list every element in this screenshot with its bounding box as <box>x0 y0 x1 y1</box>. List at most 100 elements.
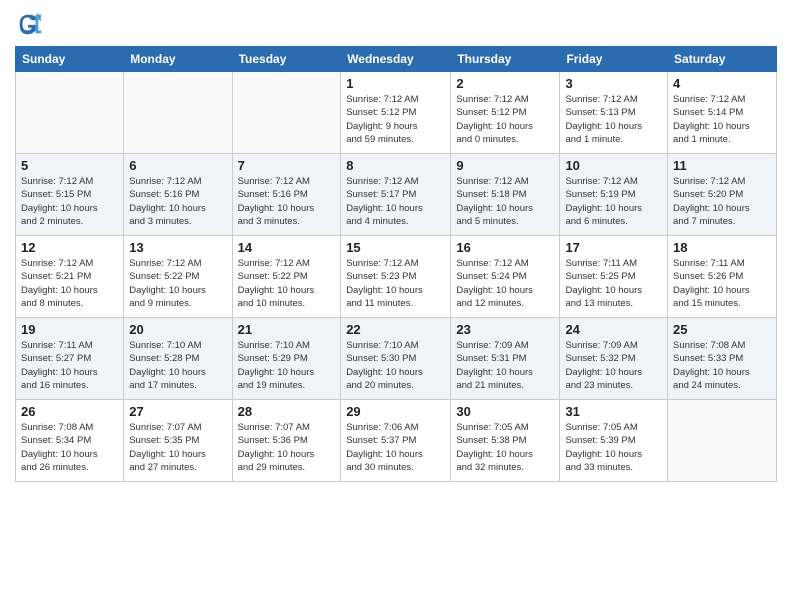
day-info: Sunrise: 7:08 AMSunset: 5:34 PMDaylight:… <box>21 421 118 474</box>
calendar-day-header: Wednesday <box>341 47 451 72</box>
day-info: Sunrise: 7:05 AMSunset: 5:38 PMDaylight:… <box>456 421 554 474</box>
day-info: Sunrise: 7:11 AMSunset: 5:25 PMDaylight:… <box>565 257 662 310</box>
day-number: 11 <box>673 158 771 173</box>
day-info: Sunrise: 7:12 AMSunset: 5:12 PMDaylight:… <box>346 93 445 146</box>
calendar-table: SundayMondayTuesdayWednesdayThursdayFrid… <box>15 46 777 482</box>
day-info: Sunrise: 7:10 AMSunset: 5:30 PMDaylight:… <box>346 339 445 392</box>
day-number: 16 <box>456 240 554 255</box>
day-info: Sunrise: 7:12 AMSunset: 5:16 PMDaylight:… <box>238 175 336 228</box>
calendar-day-cell: 28 Sunrise: 7:07 AMSunset: 5:36 PMDayligh… <box>232 400 341 482</box>
day-number: 15 <box>346 240 445 255</box>
day-info: Sunrise: 7:12 AMSunset: 5:18 PMDaylight:… <box>456 175 554 228</box>
day-number: 13 <box>129 240 226 255</box>
day-info: Sunrise: 7:11 AMSunset: 5:27 PMDaylight:… <box>21 339 118 392</box>
day-info: Sunrise: 7:08 AMSunset: 5:33 PMDaylight:… <box>673 339 771 392</box>
day-info: Sunrise: 7:12 AMSunset: 5:22 PMDaylight:… <box>238 257 336 310</box>
day-number: 28 <box>238 404 336 419</box>
day-info: Sunrise: 7:12 AMSunset: 5:20 PMDaylight:… <box>673 175 771 228</box>
calendar-day-header: Sunday <box>16 47 124 72</box>
calendar-week-row: 1 Sunrise: 7:12 AMSunset: 5:12 PMDaylight… <box>16 72 777 154</box>
calendar-day-cell: 10 Sunrise: 7:12 AMSunset: 5:19 PMDayligh… <box>560 154 668 236</box>
calendar-day-cell: 30 Sunrise: 7:05 AMSunset: 5:38 PMDayligh… <box>451 400 560 482</box>
day-number: 20 <box>129 322 226 337</box>
day-number: 10 <box>565 158 662 173</box>
calendar-day-cell: 14 Sunrise: 7:12 AMSunset: 5:22 PMDayligh… <box>232 236 341 318</box>
calendar-day-cell: 2Sunrise: 7:12 AMSunset: 5:12 PMDaylight… <box>451 72 560 154</box>
calendar-week-row: 5 Sunrise: 7:12 AMSunset: 5:15 PMDaylight… <box>16 154 777 236</box>
day-number: 14 <box>238 240 336 255</box>
day-info: Sunrise: 7:09 AMSunset: 5:32 PMDaylight:… <box>565 339 662 392</box>
calendar-empty-cell <box>232 72 341 154</box>
calendar-day-cell: 3Sunrise: 7:12 AMSunset: 5:13 PMDaylight… <box>560 72 668 154</box>
calendar-day-cell: 7 Sunrise: 7:12 AMSunset: 5:16 PMDaylight… <box>232 154 341 236</box>
day-info: Sunrise: 7:12 AMSunset: 5:12 PMDaylight:… <box>456 93 554 146</box>
calendar-day-header: Tuesday <box>232 47 341 72</box>
day-number: 3 <box>565 76 662 91</box>
day-number: 29 <box>346 404 445 419</box>
day-number: 1 <box>346 76 445 91</box>
calendar-day-cell: 11 Sunrise: 7:12 AMSunset: 5:20 PMDayligh… <box>668 154 777 236</box>
day-number: 24 <box>565 322 662 337</box>
calendar-header-row: SundayMondayTuesdayWednesdayThursdayFrid… <box>16 47 777 72</box>
calendar-day-cell: 9 Sunrise: 7:12 AMSunset: 5:18 PMDaylight… <box>451 154 560 236</box>
calendar-day-header: Monday <box>124 47 232 72</box>
logo-icon <box>15 10 43 38</box>
calendar-day-cell: 22 Sunrise: 7:10 AMSunset: 5:30 PMDayligh… <box>341 318 451 400</box>
calendar-day-cell: 25 Sunrise: 7:08 AMSunset: 5:33 PMDayligh… <box>668 318 777 400</box>
calendar-day-cell: 15 Sunrise: 7:12 AMSunset: 5:23 PMDayligh… <box>341 236 451 318</box>
logo <box>15 10 47 38</box>
day-info: Sunrise: 7:12 AMSunset: 5:15 PMDaylight:… <box>21 175 118 228</box>
day-number: 8 <box>346 158 445 173</box>
calendar-day-cell: 5 Sunrise: 7:12 AMSunset: 5:15 PMDaylight… <box>16 154 124 236</box>
calendar-empty-cell <box>16 72 124 154</box>
calendar-day-cell: 27 Sunrise: 7:07 AMSunset: 5:35 PMDayligh… <box>124 400 232 482</box>
calendar-day-cell: 4 Sunrise: 7:12 AMSunset: 5:14 PMDaylight… <box>668 72 777 154</box>
day-number: 6 <box>129 158 226 173</box>
calendar-week-row: 12 Sunrise: 7:12 AMSunset: 5:21 PMDayligh… <box>16 236 777 318</box>
day-info: Sunrise: 7:07 AMSunset: 5:35 PMDaylight:… <box>129 421 226 474</box>
day-info: Sunrise: 7:07 AMSunset: 5:36 PMDaylight:… <box>238 421 336 474</box>
day-info: Sunrise: 7:12 AMSunset: 5:21 PMDaylight:… <box>21 257 118 310</box>
day-info: Sunrise: 7:12 AMSunset: 5:22 PMDaylight:… <box>129 257 226 310</box>
calendar-day-cell: 31Sunrise: 7:05 AMSunset: 5:39 PMDayligh… <box>560 400 668 482</box>
day-number: 9 <box>456 158 554 173</box>
day-number: 5 <box>21 158 118 173</box>
day-number: 27 <box>129 404 226 419</box>
day-number: 17 <box>565 240 662 255</box>
calendar-day-cell: 13 Sunrise: 7:12 AMSunset: 5:22 PMDayligh… <box>124 236 232 318</box>
calendar-day-header: Friday <box>560 47 668 72</box>
calendar-day-header: Thursday <box>451 47 560 72</box>
day-number: 4 <box>673 76 771 91</box>
calendar-week-row: 26 Sunrise: 7:08 AMSunset: 5:34 PMDayligh… <box>16 400 777 482</box>
calendar-day-cell: 8 Sunrise: 7:12 AMSunset: 5:17 PMDaylight… <box>341 154 451 236</box>
day-number: 7 <box>238 158 336 173</box>
calendar-week-row: 19 Sunrise: 7:11 AMSunset: 5:27 PMDayligh… <box>16 318 777 400</box>
day-info: Sunrise: 7:12 AMSunset: 5:23 PMDaylight:… <box>346 257 445 310</box>
day-number: 26 <box>21 404 118 419</box>
calendar-day-header: Saturday <box>668 47 777 72</box>
page-container: SundayMondayTuesdayWednesdayThursdayFrid… <box>0 0 792 492</box>
day-number: 23 <box>456 322 554 337</box>
day-number: 30 <box>456 404 554 419</box>
calendar-day-cell: 26 Sunrise: 7:08 AMSunset: 5:34 PMDayligh… <box>16 400 124 482</box>
calendar-empty-cell <box>124 72 232 154</box>
day-number: 12 <box>21 240 118 255</box>
day-number: 25 <box>673 322 771 337</box>
day-info: Sunrise: 7:06 AMSunset: 5:37 PMDaylight:… <box>346 421 445 474</box>
day-number: 22 <box>346 322 445 337</box>
day-info: Sunrise: 7:12 AMSunset: 5:24 PMDaylight:… <box>456 257 554 310</box>
calendar-day-cell: 18Sunrise: 7:11 AMSunset: 5:26 PMDayligh… <box>668 236 777 318</box>
calendar-day-cell: 20Sunrise: 7:10 AMSunset: 5:28 PMDayligh… <box>124 318 232 400</box>
day-number: 19 <box>21 322 118 337</box>
calendar-day-cell: 21 Sunrise: 7:10 AMSunset: 5:29 PMDayligh… <box>232 318 341 400</box>
calendar-day-cell: 29 Sunrise: 7:06 AMSunset: 5:37 PMDayligh… <box>341 400 451 482</box>
calendar-day-cell: 6 Sunrise: 7:12 AMSunset: 5:16 PMDaylight… <box>124 154 232 236</box>
day-info: Sunrise: 7:12 AMSunset: 5:19 PMDaylight:… <box>565 175 662 228</box>
day-number: 21 <box>238 322 336 337</box>
day-info: Sunrise: 7:12 AMSunset: 5:16 PMDaylight:… <box>129 175 226 228</box>
day-info: Sunrise: 7:12 AMSunset: 5:17 PMDaylight:… <box>346 175 445 228</box>
day-info: Sunrise: 7:12 AMSunset: 5:14 PMDaylight:… <box>673 93 771 146</box>
calendar-day-cell: 23Sunrise: 7:09 AMSunset: 5:31 PMDayligh… <box>451 318 560 400</box>
day-info: Sunrise: 7:10 AMSunset: 5:29 PMDaylight:… <box>238 339 336 392</box>
calendar-day-cell: 1 Sunrise: 7:12 AMSunset: 5:12 PMDaylight… <box>341 72 451 154</box>
